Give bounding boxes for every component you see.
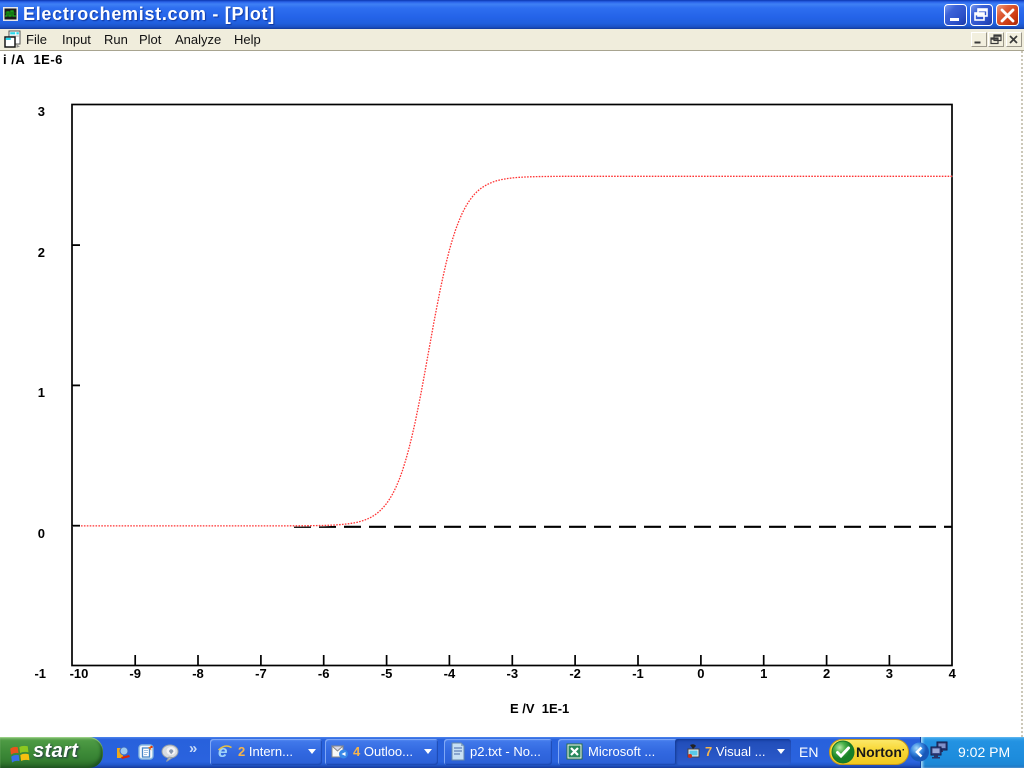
svg-text:e: e	[218, 742, 227, 761]
